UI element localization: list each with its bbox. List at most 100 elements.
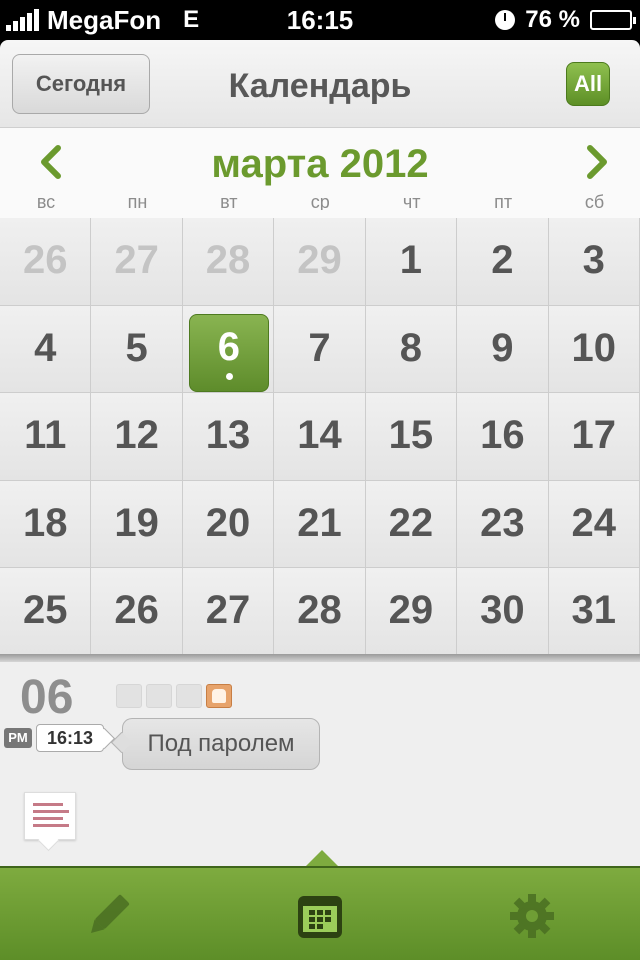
chevron-right-icon [587, 145, 607, 179]
day-number: 14 [297, 413, 342, 458]
empty-slot [176, 684, 202, 708]
tab-compose[interactable] [78, 886, 138, 946]
entry-time: 16:13 [36, 724, 105, 752]
day-number: 25 [22, 588, 68, 633]
day-cell-other-month[interactable]: 29 [274, 218, 366, 306]
day-cell[interactable]: 7 [274, 305, 366, 394]
day-number: 2 [491, 238, 514, 282]
calendar-icon [298, 896, 342, 938]
day-cell[interactable]: 1 [365, 218, 458, 306]
day-number: 10 [571, 325, 617, 370]
day-number: 12 [114, 413, 159, 458]
day-number: 20 [205, 500, 251, 545]
day-cell[interactable]: 16 [457, 393, 549, 481]
day-number: 21 [297, 500, 342, 545]
battery-icon [590, 10, 636, 30]
day-number: 17 [571, 413, 617, 458]
tab-calendar[interactable] [290, 886, 350, 946]
battery-percent: 76 % [525, 6, 580, 33]
day-number: 30 [480, 588, 525, 633]
pencil-icon [91, 894, 130, 933]
day-number: 13 [205, 413, 251, 458]
day-cell[interactable]: 14 [274, 393, 366, 481]
day-detail-panel: 06 PM 16:13 Под паролем [0, 662, 640, 866]
period-badge: PM [4, 728, 32, 748]
day-cell[interactable]: 23 [457, 480, 549, 569]
day-cell[interactable]: 18 [0, 480, 92, 569]
day-number: 18 [22, 500, 68, 545]
day-number: 3 [582, 238, 605, 282]
day-number: 1 [399, 238, 423, 282]
entry-type-indicators [116, 684, 232, 708]
day-cell[interactable]: 21 [274, 480, 366, 569]
entry-bubble[interactable]: Под паролем [122, 718, 320, 770]
tab-settings[interactable] [502, 886, 562, 946]
day-cell-other-month[interactable]: 28 [182, 218, 275, 306]
day-cell[interactable]: 22 [365, 480, 458, 569]
tab-bar [0, 866, 640, 960]
day-number: 19 [114, 500, 159, 545]
day-cell[interactable]: 11 [0, 393, 92, 481]
empty-slot [146, 684, 172, 708]
empty-slot [116, 684, 142, 708]
selected-day-highlight: 6 [188, 313, 269, 392]
all-calendars-button[interactable]: All [566, 62, 610, 106]
day-cell-other-month[interactable]: 27 [91, 218, 183, 306]
day-number: 28 [297, 588, 342, 633]
day-number: 4 [34, 325, 57, 370]
day-cell[interactable]: 13 [182, 393, 275, 481]
gear-icon [510, 894, 554, 938]
day-number: 11 [24, 413, 67, 458]
alarm-clock-icon [495, 10, 516, 30]
day-cell[interactable]: 8 [365, 305, 458, 394]
day-cell[interactable]: 19 [91, 480, 183, 569]
day-number: 5 [125, 325, 148, 370]
day-cell[interactable]: 17 [548, 393, 640, 481]
day-cell[interactable]: 2 [457, 218, 549, 306]
day-number: 31 [571, 588, 617, 633]
day-number: 29 [297, 238, 342, 282]
selected-day-number: 06 [20, 671, 74, 724]
day-number: 6 [217, 324, 240, 369]
day-cell[interactable]: 31 [548, 568, 640, 656]
day-cell[interactable]: 28 [274, 568, 366, 656]
day-number: 29 [388, 588, 434, 633]
day-cell[interactable]: 27 [182, 568, 275, 656]
day-number: 16 [480, 413, 525, 458]
day-number: 9 [491, 325, 514, 370]
day-number: 24 [571, 500, 617, 545]
day-cell-other-month[interactable]: 26 [0, 218, 92, 306]
month-header: марта 2012 вс пн вт ср чт пт сб [0, 128, 640, 220]
day-number: 27 [114, 238, 159, 282]
day-cell[interactable]: 5 [91, 305, 183, 394]
day-cell[interactable]: 15 [365, 393, 458, 481]
day-number: 7 [308, 325, 331, 370]
day-number: 27 [205, 588, 251, 633]
day-number: 22 [388, 500, 434, 545]
day-cell[interactable]: 29 [365, 568, 458, 656]
day-cell[interactable]: 12 [91, 393, 183, 481]
day-cell[interactable]: 25 [0, 568, 92, 656]
day-cell[interactable]: 10 [548, 305, 640, 394]
day-cell[interactable]: 9 [457, 305, 549, 394]
lock-icon [206, 684, 232, 708]
day-number: 28 [205, 238, 251, 282]
day-cell[interactable]: 26 [91, 568, 183, 656]
calendar-grid: 26 27 28 29 1 2 3 4 5 6 7 8 9 10 11 12 13 14 15 16 17 18 19 20 2… [0, 218, 640, 656]
day-cell-selected[interactable]: 6 [182, 305, 275, 394]
day-cell[interactable]: 30 [457, 568, 549, 656]
day-cell[interactable]: 20 [182, 480, 275, 569]
today-button[interactable]: Сегодня [12, 54, 150, 114]
day-number: 15 [388, 413, 434, 458]
grid-divider [0, 654, 640, 662]
event-dot-indicator [225, 372, 233, 380]
day-cell[interactable]: 4 [0, 305, 92, 394]
month-title: марта 2012 [211, 142, 429, 186]
day-number: 26 [22, 238, 68, 282]
day-number: 23 [480, 500, 525, 545]
next-month-button[interactable] [582, 144, 612, 180]
note-icon[interactable] [24, 792, 76, 840]
status-bar: MegaFon E 16:15 76 % [0, 0, 640, 40]
day-cell[interactable]: 3 [548, 218, 640, 306]
day-cell[interactable]: 24 [548, 480, 640, 569]
